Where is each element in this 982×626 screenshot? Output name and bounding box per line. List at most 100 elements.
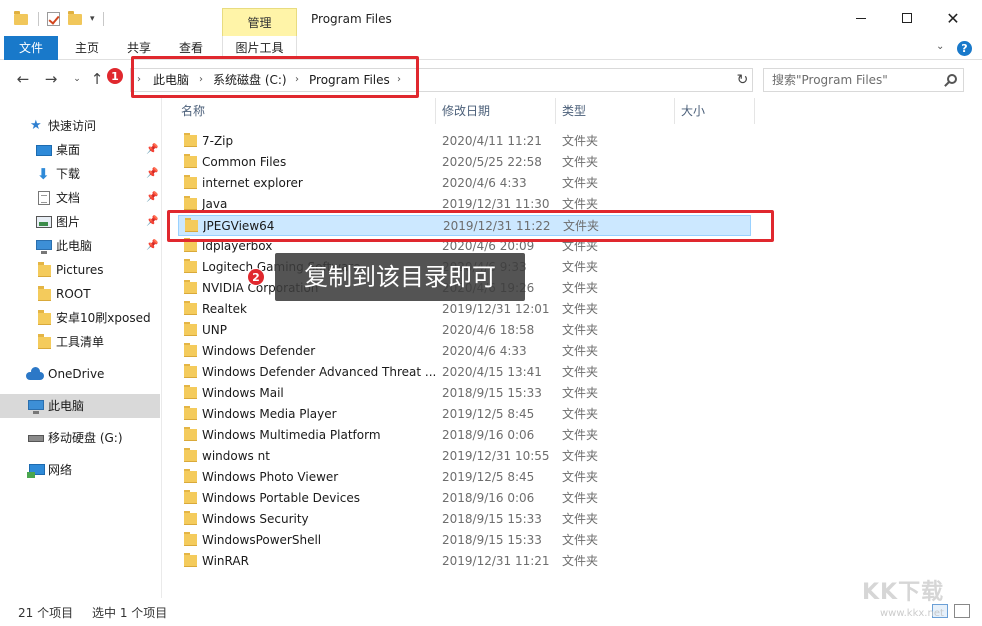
computer-icon: [28, 400, 44, 414]
file-date: 2020/4/6 4:33: [442, 176, 527, 190]
column-header-type[interactable]: 类型: [562, 98, 586, 124]
nav-this-pc-pinned[interactable]: 此电脑 📌: [0, 234, 160, 258]
drive-icon: [28, 435, 44, 442]
file-date: 2020/4/15 13:41: [442, 365, 542, 379]
folder-icon: [184, 133, 197, 147]
table-row[interactable]: 7-Zip 2020/4/11 11:21 文件夹: [178, 131, 751, 152]
nav-folder-pictures[interactable]: Pictures: [0, 258, 160, 282]
folder-icon[interactable]: [14, 10, 28, 25]
file-name: Windows Portable Devices: [202, 491, 360, 505]
file-type: 文件夹: [562, 344, 599, 358]
table-row[interactable]: Windows Portable Devices 2018/9/16 0:06 文件…: [178, 488, 751, 509]
file-name: Windows Mail: [202, 386, 284, 400]
up-arrow-icon[interactable]: ↑: [86, 68, 108, 90]
file-type: 文件夹: [562, 554, 599, 568]
table-row[interactable]: Windows Security 2018/9/15 15:33 文件夹: [178, 509, 751, 530]
customize-toolbar-icon[interactable]: ▾: [90, 14, 95, 24]
new-folder-icon[interactable]: [68, 10, 82, 25]
tab-home[interactable]: 主页: [68, 36, 106, 60]
column-header-size[interactable]: 大小: [681, 98, 705, 124]
pin-icon[interactable]: 📌: [146, 144, 158, 155]
folder-icon: [184, 385, 197, 399]
maximize-button[interactable]: [884, 0, 930, 36]
nav-this-pc[interactable]: 此电脑: [0, 394, 160, 418]
close-button[interactable]: ✕: [930, 0, 976, 36]
picture-icon: [36, 216, 52, 228]
refresh-icon[interactable]: ↻: [733, 68, 753, 92]
nav-label: ROOT: [56, 287, 91, 301]
folder-icon: [184, 322, 197, 336]
file-type: 文件夹: [562, 365, 599, 379]
file-type: 文件夹: [562, 512, 599, 526]
nav-downloads[interactable]: ⬇ 下载 📌: [0, 162, 160, 186]
table-row[interactable]: Windows Photo Viewer 2019/12/5 8:45 文件夹: [178, 467, 751, 488]
manage-contextual-tab[interactable]: 管理: [222, 8, 297, 36]
nav-label: 移动硬盘 (G:): [48, 431, 123, 445]
nav-label: 网络: [48, 463, 73, 477]
nav-label: 文档: [56, 191, 81, 205]
recent-locations-chevron-icon[interactable]: ⌄: [66, 68, 88, 90]
table-row[interactable]: WinRAR 2019/12/31 11:21 文件夹: [178, 551, 751, 572]
minimize-icon: [856, 17, 866, 19]
search-input[interactable]: 搜索"Program Files": [772, 69, 888, 91]
table-row[interactable]: windows nt 2019/12/31 10:55 文件夹: [178, 446, 751, 467]
file-type: 文件夹: [562, 302, 599, 316]
annotation-badge-1: 1: [106, 67, 124, 85]
column-divider[interactable]: [754, 98, 755, 124]
desktop-icon: [36, 145, 52, 156]
forward-arrow-icon[interactable]: →: [40, 68, 62, 90]
nav-quick-access[interactable]: ★ 快速访问: [0, 114, 160, 138]
folder-icon: [38, 262, 51, 277]
search-box[interactable]: 搜索"Program Files": [763, 68, 964, 92]
nav-label: 图片: [56, 215, 81, 229]
file-list: 名称 ^ 修改日期 类型 大小 7-Zip 2020/4/11 11:21 文件夹 C…: [163, 95, 982, 598]
nav-folder-root[interactable]: ROOT: [0, 282, 160, 306]
table-row[interactable]: Windows Multimedia Platform 2018/9/16 0:0…: [178, 425, 751, 446]
pin-icon[interactable]: 📌: [146, 168, 158, 179]
file-date: 2019/12/5 8:45: [442, 470, 535, 484]
table-row[interactable]: Windows Defender 2020/4/6 4:33 文件夹: [178, 341, 751, 362]
table-row[interactable]: internet explorer 2020/4/6 4:33 文件夹: [178, 173, 751, 194]
nav-onedrive[interactable]: OneDrive: [0, 362, 160, 386]
help-icon[interactable]: ?: [957, 41, 972, 56]
properties-icon[interactable]: [47, 12, 60, 26]
file-name: Windows Defender: [202, 344, 316, 358]
nav-folder-tool-list[interactable]: 工具清单: [0, 330, 160, 354]
tab-file[interactable]: 文件: [4, 36, 58, 60]
column-header-date[interactable]: 修改日期: [442, 98, 490, 124]
network-icon: [27, 464, 45, 478]
watermark-url: www.kkx.net: [880, 608, 944, 619]
file-name: WinRAR: [202, 554, 249, 568]
column-divider[interactable]: [674, 98, 675, 124]
nav-desktop[interactable]: 桌面 📌: [0, 138, 160, 162]
minimize-button[interactable]: [838, 0, 884, 36]
table-row[interactable]: Realtek 2019/12/31 12:01 文件夹: [178, 299, 751, 320]
table-row[interactable]: Windows Mail 2018/9/15 15:33 文件夹: [178, 383, 751, 404]
file-date: 2020/4/6 4:33: [442, 344, 527, 358]
table-row[interactable]: Common Files 2020/5/25 22:58 文件夹: [178, 152, 751, 173]
expand-ribbon-icon[interactable]: ⌄: [936, 41, 944, 52]
column-divider[interactable]: [555, 98, 556, 124]
search-icon[interactable]: [947, 74, 957, 84]
pin-icon[interactable]: 📌: [146, 216, 158, 227]
column-divider[interactable]: [435, 98, 436, 124]
nav-network[interactable]: 网络: [0, 458, 160, 482]
table-row[interactable]: Windows Defender Advanced Threat ... 2020…: [178, 362, 751, 383]
nav-folder-android-xposed[interactable]: 安卓10刷xposed: [0, 306, 160, 330]
nav-label: 此电脑: [48, 399, 85, 413]
back-arrow-icon[interactable]: ←: [12, 68, 34, 90]
nav-removable-drive[interactable]: 移动硬盘 (G:): [0, 426, 160, 450]
pin-icon[interactable]: 📌: [146, 192, 158, 203]
nav-pictures[interactable]: 图片 📌: [0, 210, 160, 234]
table-row[interactable]: UNP 2020/4/6 18:58 文件夹: [178, 320, 751, 341]
nav-documents[interactable]: 文档 📌: [0, 186, 160, 210]
table-row[interactable]: Windows Media Player 2019/12/5 8:45 文件夹: [178, 404, 751, 425]
file-date: 2018/9/15 15:33: [442, 512, 542, 526]
column-header-name[interactable]: 名称: [181, 98, 205, 124]
table-row[interactable]: WindowsPowerShell 2018/9/15 15:33 文件夹: [178, 530, 751, 551]
file-date: 2019/12/5 8:45: [442, 407, 535, 421]
large-icons-view-icon[interactable]: [954, 604, 970, 618]
pin-icon[interactable]: 📌: [146, 240, 158, 251]
nav-label: 工具清单: [56, 335, 105, 349]
file-date: 2019/12/31 10:55: [442, 449, 550, 463]
